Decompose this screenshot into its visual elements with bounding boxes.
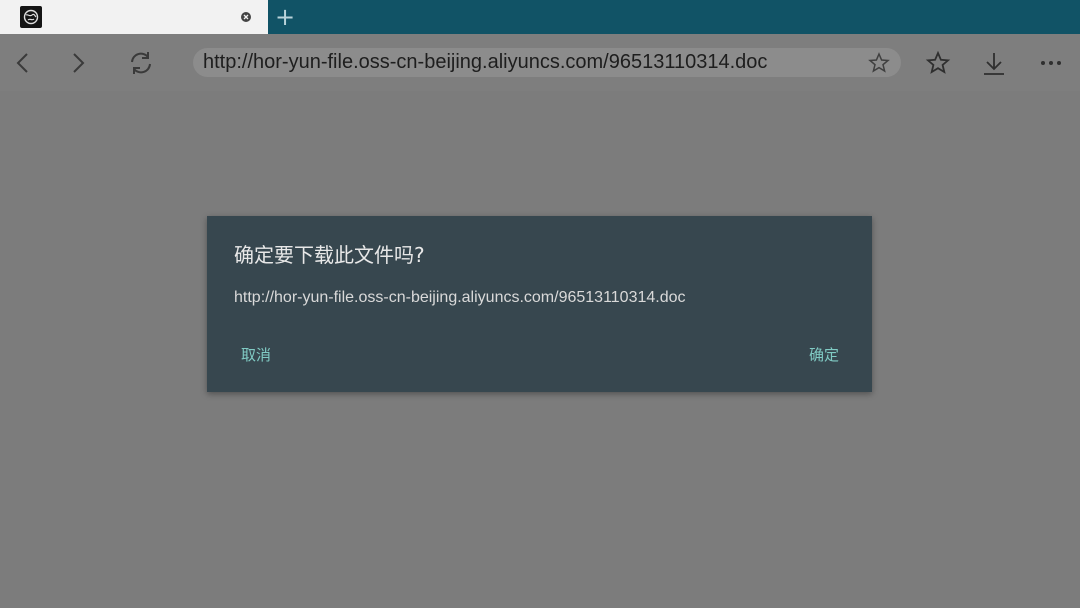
url-text[interactable]: http://hor-yun-file.oss-cn-beijing.aliyu… xyxy=(203,48,767,77)
address-bar[interactable]: http://hor-yun-file.oss-cn-beijing.aliyu… xyxy=(193,48,901,77)
browser-toolbar: http://hor-yun-file.oss-cn-beijing.aliyu… xyxy=(0,34,1080,91)
back-icon[interactable] xyxy=(8,48,38,78)
star-outline-icon[interactable] xyxy=(867,51,891,75)
close-icon[interactable] xyxy=(238,9,254,25)
favorites-star-icon[interactable] xyxy=(923,48,953,78)
download-confirm-dialog: 确定要下载此文件吗? http://hor-yun-file.oss-cn-be… xyxy=(207,216,872,392)
more-icon[interactable] xyxy=(1036,48,1066,78)
dialog-message: http://hor-yun-file.oss-cn-beijing.aliyu… xyxy=(234,289,686,306)
ok-button[interactable]: 确定 xyxy=(809,344,839,365)
forward-icon[interactable] xyxy=(63,48,93,78)
dialog-title: 确定要下载此文件吗? xyxy=(234,243,425,267)
download-icon[interactable] xyxy=(979,48,1009,78)
cancel-button[interactable]: 取消 xyxy=(241,344,271,365)
tab-strip: + xyxy=(0,0,1080,34)
new-tab-button[interactable]: + xyxy=(274,4,296,30)
globe-icon xyxy=(20,6,42,28)
browser-tab[interactable] xyxy=(0,0,268,34)
reload-icon[interactable] xyxy=(126,48,156,78)
